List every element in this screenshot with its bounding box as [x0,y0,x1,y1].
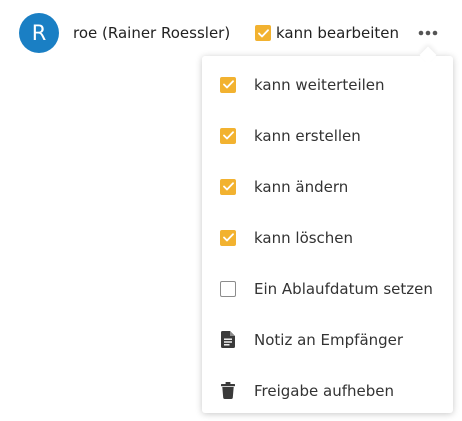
checkbox-checked-icon[interactable] [220,178,236,195]
checkbox-checked-icon[interactable] [220,229,236,246]
menu-item-label: Notiz an Empfänger [254,330,404,349]
menu-item-label: kann erstellen [254,126,361,145]
menu-item-unshare[interactable]: Freigabe aufheben [202,365,453,416]
can-edit-checkbox[interactable]: kann bearbeiten [255,22,399,44]
note-icon [221,331,235,348]
avatar: R [19,13,59,53]
more-horizontal-icon [418,30,438,36]
menu-item-note-to-recipient[interactable]: Notiz an Empfänger [202,314,453,365]
checkbox-unchecked-icon[interactable] [220,280,236,297]
share-options-popover-menu: kann weiterteilen kann erstellen kann än… [202,46,453,416]
checkbox-checked-icon[interactable] [255,25,271,41]
more-options-button[interactable] [414,22,442,44]
menu-item-label: Ein Ablaufdatum setzen [254,279,433,298]
menu-item-label: Freigabe aufheben [254,381,394,400]
checkbox-checked-icon[interactable] [220,127,236,144]
share-user-name: roe (Rainer Roessler) [73,24,231,42]
avatar-letter: R [31,21,47,45]
can-edit-label: kann bearbeiten [276,24,400,42]
share-entry-row: R roe (Rainer Roessler) kann bearbeiten [0,0,462,64]
trash-icon [221,382,235,399]
menu-item-can-delete[interactable]: kann löschen [202,212,453,263]
checkbox-checked-icon[interactable] [220,76,236,93]
menu-item-can-change[interactable]: kann ändern [202,161,453,212]
menu-item-can-create[interactable]: kann erstellen [202,110,453,161]
menu-item-label: kann ändern [254,177,349,196]
menu-item-can-share[interactable]: kann weiterteilen [202,59,453,110]
menu-item-label: kann weiterteilen [254,75,385,94]
menu-item-set-expiration-date[interactable]: Ein Ablaufdatum setzen [202,263,453,314]
menu-item-label: kann löschen [254,228,354,247]
menu-list: kann weiterteilen kann erstellen kann än… [202,56,453,416]
